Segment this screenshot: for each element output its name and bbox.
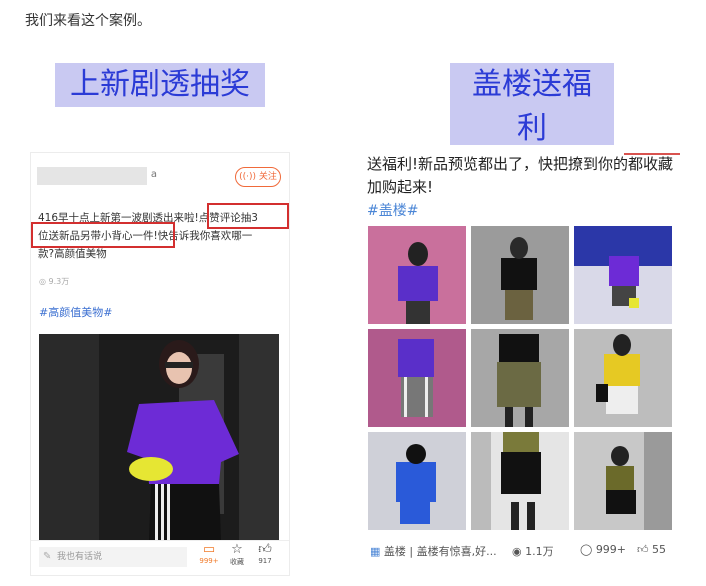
- post-text: 送福利!新品预览都出了，快把撩到你的都收藏加购起来!: [367, 155, 674, 196]
- grid-photo[interactable]: [574, 432, 672, 530]
- comment-icon: ◯: [580, 543, 596, 556]
- views-count: ◎ 9.3万: [39, 276, 69, 287]
- thumbs-up-icon: 👍︎: [258, 542, 272, 557]
- follow-label: 关注: [258, 172, 277, 182]
- grid-photo[interactable]: [471, 329, 569, 427]
- pencil-icon: ✎: [43, 551, 52, 562]
- right-post-card: 送福利!新品预览都出了，快把撩到你的都收藏加购起来! #盖楼# ▦ 盖楼 | 盖…: [362, 145, 682, 575]
- model-photo-illustration: [39, 334, 279, 540]
- building-icon: ▦: [370, 545, 384, 558]
- comment-count: 999+: [199, 557, 219, 565]
- view-value: 1.1万: [525, 545, 554, 558]
- comment-placeholder: 我也有话说: [57, 552, 103, 562]
- like-button[interactable]: 👍︎ 55: [637, 543, 666, 556]
- grid-photo[interactable]: [471, 432, 569, 530]
- comment-input[interactable]: ✎ 我也有话说: [39, 547, 187, 567]
- grid-photo[interactable]: [574, 329, 672, 427]
- post-photo[interactable]: [39, 334, 279, 540]
- grid-photo[interactable]: [368, 329, 466, 427]
- comment-button[interactable]: ▭ 999+: [195, 542, 223, 566]
- comment-count: 999+: [595, 543, 627, 556]
- like-button[interactable]: 👍︎ 917: [251, 542, 279, 566]
- user-name-suffix: a: [150, 169, 157, 180]
- label-preview-lottery: 上新剧透抽奖: [55, 63, 265, 107]
- photo-grid: [368, 226, 672, 530]
- favorite-label: 收藏: [230, 558, 244, 566]
- grid-photo[interactable]: [368, 226, 466, 324]
- left-post-card: a ((·)) 关注 416早十点上新第一波剧透出来啦!点赞评论抽3 位送新品另…: [30, 152, 290, 576]
- views-value: 9.3万: [48, 277, 70, 286]
- favorite-button[interactable]: ☆ 收藏: [223, 543, 251, 567]
- topic-label: 盖楼 | 盖楼有惊喜,好...: [383, 545, 497, 558]
- grid-photo[interactable]: [574, 226, 672, 324]
- eye-icon: ◉: [512, 545, 526, 558]
- label-floor-gift: 盖楼送福利: [450, 63, 614, 151]
- action-bar: ✎ 我也有话说 ▭ 999+ ☆ 收藏 👍︎ 917: [31, 540, 289, 575]
- highlight-box-gift: [31, 222, 175, 248]
- grid-photo[interactable]: [368, 432, 466, 530]
- grid-photo[interactable]: [471, 226, 569, 324]
- eye-icon: ◎: [39, 277, 49, 286]
- follow-button[interactable]: ((·)) 关注: [235, 167, 281, 187]
- hashtag-link[interactable]: #高颜值美物#: [39, 304, 112, 320]
- like-count: 917: [258, 557, 272, 565]
- comment-icon: ▭: [202, 542, 216, 557]
- thumbs-up-icon: 👍︎: [637, 543, 652, 556]
- highlight-box-like-comment: [207, 203, 289, 229]
- intro-text: 我们来看这个案例。: [25, 13, 151, 29]
- star-icon: ☆: [231, 542, 243, 557]
- action-bar: ▦ 盖楼 | 盖楼有惊喜,好... ◉ 1.1万 ◯ 999+ 👍︎ 55: [362, 537, 682, 565]
- like-count: 55: [652, 543, 666, 556]
- comment-button[interactable]: ◯ 999+: [580, 543, 626, 556]
- hashtag-link[interactable]: #盖楼#: [367, 200, 418, 220]
- view-count: ◉ 1.1万: [512, 543, 554, 559]
- wifi-icon: ((·)): [239, 172, 259, 182]
- user-name-blurred: a: [37, 167, 157, 185]
- topic-link[interactable]: ▦ 盖楼 | 盖楼有惊喜,好...: [370, 543, 497, 559]
